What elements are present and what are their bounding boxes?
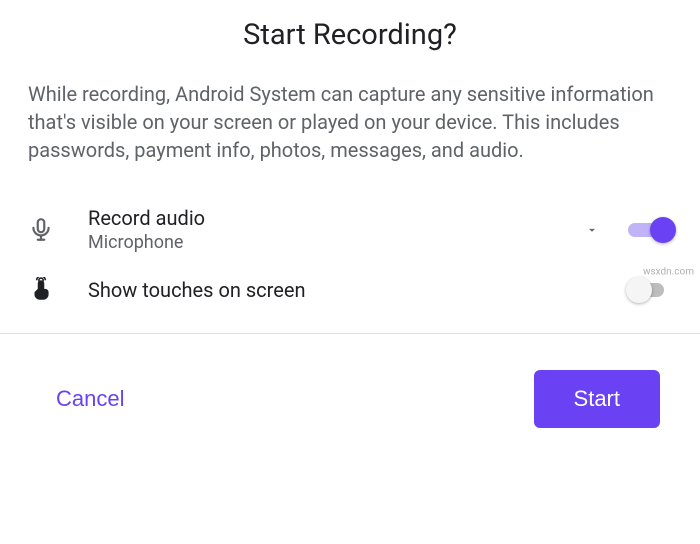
microphone-icon — [28, 217, 88, 243]
record-audio-text: Record audio Microphone — [88, 206, 572, 253]
record-audio-row[interactable]: Record audio Microphone — [28, 194, 672, 265]
watermark: wsxdn.com — [643, 267, 694, 278]
touch-icon — [28, 277, 88, 303]
recording-dialog: Start Recording? While recording, Androi… — [0, 0, 700, 315]
start-button[interactable]: Start — [534, 370, 660, 428]
cancel-button[interactable]: Cancel — [40, 378, 140, 420]
show-touches-label: Show touches on screen — [88, 278, 612, 302]
record-audio-label: Record audio — [88, 206, 572, 230]
button-row: Cancel Start — [0, 334, 700, 468]
record-audio-toggle[interactable] — [628, 217, 672, 243]
dialog-body: While recording, Android System can capt… — [28, 80, 672, 164]
dialog-title: Start Recording? — [28, 18, 672, 52]
chevron-down-icon — [585, 223, 599, 237]
record-audio-sublabel: Microphone — [88, 232, 572, 253]
show-touches-text: Show touches on screen — [88, 278, 612, 302]
show-touches-row[interactable]: Show touches on screen — [28, 265, 672, 315]
record-audio-dropdown[interactable] — [572, 223, 612, 237]
show-touches-toggle[interactable] — [628, 277, 672, 303]
